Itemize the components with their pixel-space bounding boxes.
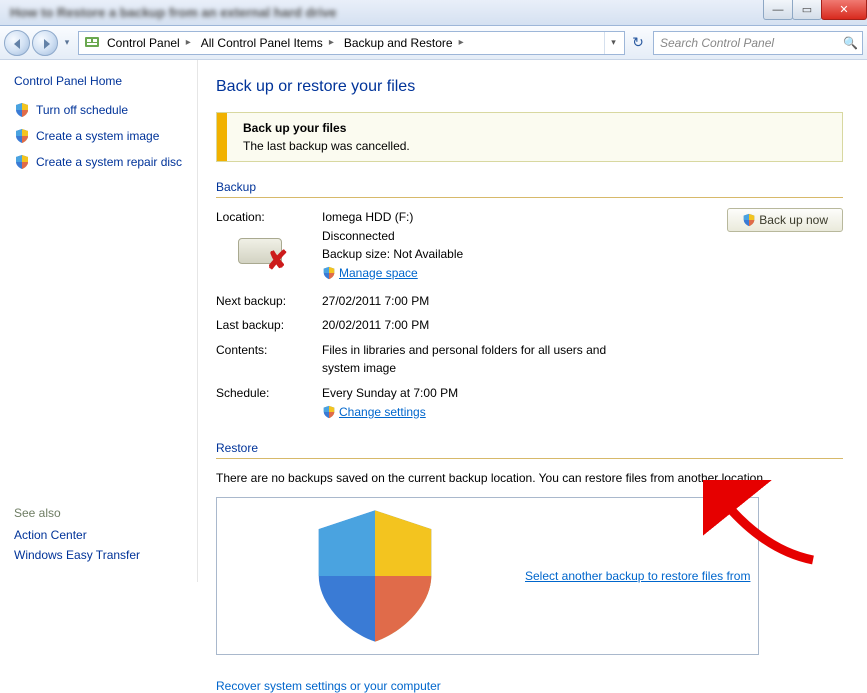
backup-section: Backup Back up now Location: Iomega HDD … <box>216 180 843 425</box>
last-backup-value: 20/02/2011 7:00 PM <box>322 316 843 335</box>
next-backup-value: 27/02/2011 7:00 PM <box>322 292 843 311</box>
notice-heading: Back up your files <box>243 121 410 135</box>
backup-size: Backup size: Not Available <box>322 245 727 264</box>
breadcrumb-segment[interactable]: All Control Panel Items <box>197 32 340 54</box>
sidebar: Control Panel Home Turn off schedule Cre… <box>0 60 198 582</box>
breadcrumb-segment[interactable]: Control Panel <box>103 32 197 54</box>
nav-back-button[interactable] <box>4 30 30 56</box>
shield-icon <box>225 501 525 651</box>
select-another-backup-link[interactable]: Select another backup to restore files f… <box>216 497 759 655</box>
breadcrumb-dropdown[interactable]: ▾ <box>604 32 622 54</box>
page-title: Back up or restore your files <box>216 78 843 96</box>
manage-space-link[interactable]: Manage space <box>322 264 418 283</box>
restore-section: Restore There are no backups saved on th… <box>216 441 843 693</box>
notice-accent-bar <box>217 113 227 161</box>
window-titlebar: How to Restore a backup from an external… <box>0 0 867 26</box>
nav-history-dropdown[interactable]: ▾ <box>60 36 74 50</box>
sidebar-link-create-system-image[interactable]: Create a system image <box>14 128 189 144</box>
shield-icon <box>742 213 756 227</box>
breadcrumb[interactable]: Control Panel All Control Panel Items Ba… <box>78 31 625 55</box>
shield-icon <box>322 405 336 419</box>
search-placeholder: Search Control Panel <box>660 36 774 50</box>
sidebar-link-turn-off-schedule[interactable]: Turn off schedule <box>14 102 189 118</box>
navigation-bar: ▾ Control Panel All Control Panel Items … <box>0 26 867 60</box>
window-controls: — ▭ ✕ <box>764 0 867 22</box>
backup-heading: Backup <box>216 180 843 198</box>
breadcrumb-segment[interactable]: Backup and Restore <box>340 32 470 54</box>
search-input[interactable]: Search Control Panel 🔍 <box>653 31 863 55</box>
schedule-label: Schedule: <box>216 384 322 424</box>
notice-text: The last backup was cancelled. <box>243 139 410 153</box>
window-title: How to Restore a backup from an external… <box>10 5 337 20</box>
nav-forward-button[interactable] <box>32 30 58 56</box>
control-panel-icon <box>84 35 100 51</box>
notice-banner: Back up your files The last backup was c… <box>216 112 843 162</box>
sidebar-link-create-repair-disc[interactable]: Create a system repair disc <box>14 154 189 170</box>
location-name: Iomega HDD (F:) <box>322 208 727 227</box>
schedule-value: Every Sunday at 7:00 PM <box>322 384 843 403</box>
see-also-heading: See also <box>14 506 140 520</box>
search-icon: 🔍 <box>843 36 858 50</box>
see-also-section: See also Action Center Windows Easy Tran… <box>14 506 140 568</box>
next-backup-label: Next backup: <box>216 292 322 311</box>
shield-icon <box>14 154 30 170</box>
see-also-action-center[interactable]: Action Center <box>14 528 140 542</box>
change-settings-link[interactable]: Change settings <box>322 403 426 422</box>
restore-heading: Restore <box>216 441 843 459</box>
refresh-button[interactable]: ↻ <box>627 32 649 54</box>
recover-system-link[interactable]: Recover system settings or your computer <box>216 679 441 693</box>
see-also-windows-easy-transfer[interactable]: Windows Easy Transfer <box>14 548 140 562</box>
close-button[interactable]: ✕ <box>821 0 867 20</box>
backup-now-button[interactable]: Back up now <box>727 208 843 232</box>
minimize-button[interactable]: — <box>763 0 793 20</box>
contents-value: Files in libraries and personal folders … <box>322 341 632 378</box>
contents-label: Contents: <box>216 341 322 378</box>
shield-icon <box>14 128 30 144</box>
restore-description: There are no backups saved on the curren… <box>216 469 843 487</box>
last-backup-label: Last backup: <box>216 316 322 335</box>
maximize-button[interactable]: ▭ <box>792 0 822 20</box>
location-status: Disconnected <box>322 227 727 246</box>
shield-icon <box>322 266 336 280</box>
main-content: Back up or restore your files Back up yo… <box>198 60 867 582</box>
shield-icon <box>14 102 30 118</box>
drive-disconnected-icon: ✘ <box>234 234 290 274</box>
sidebar-home-link[interactable]: Control Panel Home <box>14 74 189 88</box>
